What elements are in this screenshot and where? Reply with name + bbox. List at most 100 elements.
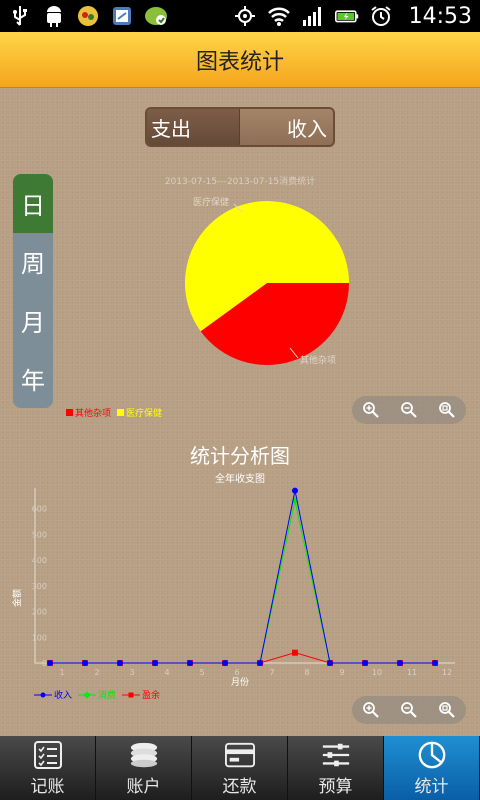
tab-statistics[interactable]: 统计 xyxy=(384,736,480,800)
series-line-0 xyxy=(50,490,435,664)
status-bar: 14:53 xyxy=(0,0,480,32)
period-year[interactable]: 年 xyxy=(13,350,53,409)
signal-icon xyxy=(301,4,325,28)
checklist-icon xyxy=(33,740,63,770)
tab-repayment[interactable]: 还款 xyxy=(192,736,288,800)
sync-icon xyxy=(144,4,168,28)
zoom-out-icon[interactable] xyxy=(398,699,420,721)
data-point xyxy=(397,660,403,666)
legend-label-surplus: 盈余 xyxy=(142,691,161,701)
x-tick-label: 4 xyxy=(164,668,169,677)
pie-label-yellow: 医疗保健 xyxy=(193,198,230,208)
period-month[interactable]: 月 xyxy=(13,291,53,350)
legend-item-medical: 医疗保健 xyxy=(117,406,162,419)
data-point xyxy=(47,660,53,666)
zoom-reset-icon[interactable] xyxy=(436,399,458,421)
x-tick-label: 10 xyxy=(372,668,382,677)
legend-swatch-red xyxy=(66,409,73,416)
tab-bookkeeping[interactable]: 记账 xyxy=(0,736,96,800)
x-tick-label: 8 xyxy=(304,668,309,677)
battery-charging-icon xyxy=(334,4,359,28)
clock: 14:53 xyxy=(408,3,472,29)
tab-label-accounts: 账户 xyxy=(126,776,161,797)
period-selector: 日 周 月 年 xyxy=(13,174,53,408)
data-point xyxy=(327,660,333,666)
y-tick-label: 400 xyxy=(32,556,47,565)
y-tick-label: 600 xyxy=(32,505,47,514)
title-bar: 图表统计 xyxy=(0,32,480,88)
tab-budget[interactable]: 预算 xyxy=(288,736,384,800)
income-tab[interactable]: 收入 xyxy=(238,109,333,145)
legend-item-surplus: 盈余 xyxy=(122,688,160,701)
legend-label-other: 其他杂项 xyxy=(75,409,112,419)
android-debug-icon xyxy=(42,4,66,28)
series-line-1 xyxy=(50,500,435,664)
line-chart: 全年收支图01002003004005006001 2 3 4 5 6 7 8 9 10 11 12月… xyxy=(11,472,455,688)
zoom-in-icon[interactable] xyxy=(360,699,382,721)
data-point xyxy=(257,660,263,666)
pie-chart-title: 2013-07-15---2013-07-15消费统计 xyxy=(164,177,316,187)
data-point xyxy=(432,660,438,666)
line-chart-title: 全年收支图 xyxy=(215,472,265,485)
pie-chart xyxy=(184,200,349,365)
zoom-reset-icon[interactable] xyxy=(436,699,458,721)
x-tick-label: 5 xyxy=(199,668,204,677)
tab-label-budget: 预算 xyxy=(318,776,353,797)
expense-income-toggle: 支出 收入 xyxy=(145,107,335,147)
app-notification-icon xyxy=(76,4,100,28)
legend-marker-expense xyxy=(78,690,97,699)
x-tick-label: 7 xyxy=(269,668,274,677)
data-point xyxy=(362,660,368,666)
pie-label-red: 其他杂项 xyxy=(300,356,337,366)
bottom-tab-bar: 记账 账户 还款 预算 统计 xyxy=(0,736,480,800)
tab-accounts[interactable]: 账户 xyxy=(96,736,192,800)
section-title: 统计分析图 xyxy=(190,444,290,468)
expense-tab[interactable]: 支出 xyxy=(147,109,239,145)
x-axis-label: 月份 xyxy=(231,676,249,688)
period-week[interactable]: 周 xyxy=(13,233,53,292)
data-point xyxy=(187,660,193,666)
tab-label-statistics: 统计 xyxy=(414,776,449,797)
x-tick-label: 1 xyxy=(59,668,64,677)
pie-chart-icon xyxy=(417,740,447,770)
status-notifications xyxy=(8,4,168,28)
usb-icon xyxy=(8,4,32,28)
legend-label-medical: 医疗保健 xyxy=(126,409,163,419)
x-tick-label: 12 xyxy=(442,668,452,677)
legend-swatch-yellow xyxy=(117,409,125,416)
y-tick-label: 300 xyxy=(32,582,47,591)
data-point xyxy=(292,649,298,656)
zoom-out-icon[interactable] xyxy=(398,399,420,421)
data-point xyxy=(117,660,123,666)
legend-label-income: 收入 xyxy=(54,691,73,701)
line-chart-axes xyxy=(34,488,455,664)
x-tick-label: 6 xyxy=(234,668,239,677)
tab-label-repayment: 还款 xyxy=(222,776,257,797)
zoom-in-icon[interactable] xyxy=(360,399,382,421)
series-line-2 xyxy=(50,652,435,664)
page-title: 图表统计 xyxy=(195,49,284,75)
legend-item-expense: 消费 xyxy=(78,688,116,701)
y-axis-label: 金额 xyxy=(11,589,23,607)
y-tick-label: 500 xyxy=(32,530,47,539)
legend-label-expense: 消费 xyxy=(98,691,117,701)
coins-icon xyxy=(129,740,159,770)
y-tick-label: 0 xyxy=(42,659,47,668)
data-point xyxy=(82,660,88,666)
tab-label-bookkeeping: 记账 xyxy=(30,776,65,797)
pie-zoom-controls xyxy=(352,396,466,424)
sliders-icon xyxy=(321,740,351,770)
gps-icon xyxy=(233,4,257,28)
card-icon xyxy=(224,740,255,770)
alarm-icon xyxy=(369,4,393,28)
pie-legend: 其他杂项 医疗保健 xyxy=(66,406,162,419)
legend-marker-surplus xyxy=(122,692,141,697)
status-system: 14:53 xyxy=(233,4,472,29)
legend-item-other: 其他杂项 xyxy=(66,406,111,419)
legend-item-income: 收入 xyxy=(34,688,72,701)
x-tick-label: 3 xyxy=(129,668,134,677)
x-tick-label: 9 xyxy=(339,668,344,677)
wifi-icon xyxy=(267,4,291,28)
x-tick-label: 2 xyxy=(94,668,99,677)
legend-marker-income xyxy=(34,692,52,697)
